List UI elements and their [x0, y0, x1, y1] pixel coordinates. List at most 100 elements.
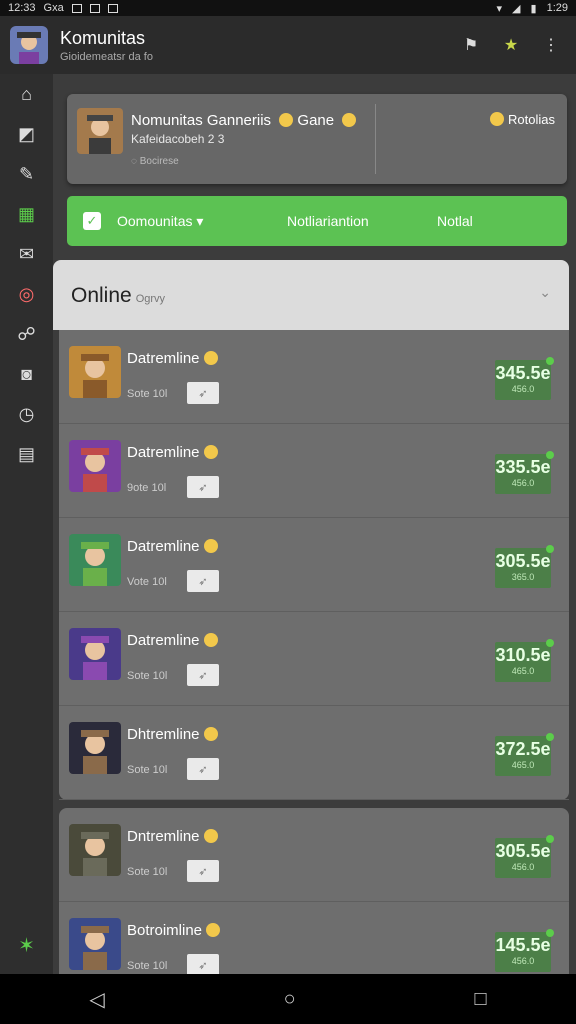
profile-right-label[interactable]: Rotolias	[486, 112, 555, 127]
action-button[interactable]: ➶	[187, 570, 219, 592]
score-value: 310.5e	[495, 645, 551, 665]
score-value: 345.5e	[495, 363, 551, 383]
clock-icon[interactable]: ◷	[0, 394, 53, 434]
list-item[interactable]: Datremline 9ote 10l ➶ 335.5e 456.0	[59, 424, 569, 518]
player-name-text: Datremline	[127, 444, 200, 461]
wifi-icon: ▾	[496, 2, 503, 15]
score-sub: 365.0	[511, 572, 535, 582]
profile-meta-text: Bocirese	[139, 156, 179, 167]
tab-label: Oomounitas	[117, 212, 193, 229]
player-sub: Sote 10l	[127, 960, 168, 972]
player-avatar	[69, 824, 121, 876]
smile-emoji-icon	[203, 829, 218, 843]
list-item[interactable]: Dhtremline Sote 10l ➶ 372.5e 465.0	[59, 706, 569, 800]
right-label-text: Rotolias	[508, 112, 555, 127]
online-section-header[interactable]: Online Ogrvy ⌄	[53, 260, 569, 330]
chart-icon[interactable]: ◩	[0, 114, 53, 154]
app-avatar[interactable]	[10, 26, 48, 64]
list-item[interactable]: Dntremline Sote 10l ➶ 305.5e 456.0	[59, 808, 569, 902]
score-badge: 372.5e 465.0	[495, 733, 554, 776]
target-icon[interactable]: ◎	[0, 274, 53, 314]
player-sub: Sote 10l	[127, 764, 168, 776]
recents-icon[interactable]: □	[474, 988, 486, 1011]
action-button[interactable]: ➶	[187, 758, 219, 780]
player-name-text: Botroimline	[127, 922, 203, 939]
smile-emoji-icon	[203, 351, 218, 365]
player-name: Datremline	[127, 350, 218, 367]
more-options-icon[interactable]: ⋮	[542, 36, 560, 54]
player-sub: Sote 10l	[127, 670, 168, 682]
online-dot-icon	[546, 929, 554, 937]
player-sub: Sote 10l	[127, 866, 168, 878]
player-avatar	[69, 440, 121, 492]
check-icon[interactable]: ✓	[83, 212, 101, 230]
pen-icon[interactable]: ✎	[0, 154, 53, 194]
home-circle-icon[interactable]: ○	[284, 988, 296, 1011]
profile-name: Nomunitas Ganneriis Gane	[131, 112, 357, 129]
score-badge: 345.5e 456.0	[495, 357, 554, 400]
status-carrier: Gxa	[43, 2, 64, 14]
player-avatar	[69, 628, 121, 680]
app-header: Komunitas Gioidemeatsr da fo ⚑ ★ ⋮	[0, 16, 576, 74]
player-name: Datremline	[127, 444, 218, 461]
action-button[interactable]: ➶	[187, 382, 219, 404]
list-item[interactable]: Datremline Vote 10l ➶ 305.5e 365.0	[59, 518, 569, 612]
action-button[interactable]: ➶	[187, 664, 219, 686]
action-button[interactable]: ➶	[187, 954, 219, 976]
player-avatar	[69, 918, 121, 970]
back-icon[interactable]: ◁	[89, 987, 104, 1012]
action-button[interactable]: ➶	[187, 860, 219, 882]
score-value: 335.5e	[495, 457, 551, 477]
tab-other[interactable]: Notlal	[437, 213, 473, 229]
score-badge: 310.5e 465.0	[495, 639, 554, 682]
layout-icon[interactable]: ▤	[0, 434, 53, 474]
score-badge: 305.5e 365.0	[495, 545, 554, 588]
profile-avatar	[77, 108, 123, 154]
favorite-icon[interactable]: ★	[502, 36, 520, 54]
online-dot-icon	[546, 451, 554, 459]
action-button[interactable]: ➶	[187, 476, 219, 498]
list-item[interactable]: Datremline Sote 10l ➶ 345.5e 456.0	[59, 330, 569, 424]
player-avatar	[69, 722, 121, 774]
online-title: Online Ogrvy	[71, 284, 165, 308]
online-label: Online	[71, 284, 132, 307]
score-badge: 145.5e 456.0	[495, 929, 554, 972]
system-nav-bar: ◁ ○ □	[0, 974, 576, 1024]
online-dot-icon	[546, 545, 554, 553]
status-time-left: 12:33	[8, 2, 36, 14]
score-value: 372.5e	[495, 739, 551, 759]
score-sub: 465.0	[511, 760, 535, 770]
player-name-text: Datremline	[127, 538, 200, 555]
flag-icon[interactable]: ⚑	[462, 36, 480, 54]
player-avatar	[69, 534, 121, 586]
smile-emoji-icon	[342, 113, 357, 127]
online-dot-icon	[546, 733, 554, 741]
home-icon[interactable]: ⌂	[0, 74, 53, 114]
smile-emoji-icon	[203, 727, 218, 741]
online-list-more: Dntremline Sote 10l ➶ 305.5e 456.0 Botro…	[59, 808, 569, 996]
users-icon[interactable]: ☍	[0, 314, 53, 354]
app-title: Komunitas	[60, 27, 146, 48]
mail-icon[interactable]: ✉	[0, 234, 53, 274]
app-subtitle: Gioidemeatsr da fo	[60, 50, 153, 63]
score-value: 305.5e	[495, 551, 551, 571]
notification-icon	[89, 3, 100, 13]
score-sub: 456.0	[511, 478, 535, 488]
card-divider	[375, 104, 376, 174]
tab-notifications[interactable]: Notliariantion	[287, 213, 369, 229]
camera-icon[interactable]: ◙	[0, 354, 53, 394]
list-item[interactable]: Datremline Sote 10l ➶ 310.5e 465.0	[59, 612, 569, 706]
star-icon[interactable]: ✶	[0, 933, 53, 958]
grid-icon[interactable]: ▦	[0, 194, 53, 234]
online-hint: Ogrvy	[135, 293, 166, 305]
player-name: Dhtremline	[127, 726, 218, 743]
profile-subtitle: Kafeidacobeh 2 3	[131, 132, 225, 146]
tab-communities[interactable]: Oomounitas ▾	[117, 213, 203, 230]
online-dot-icon	[546, 639, 554, 647]
profile-card[interactable]: Nomunitas Ganneriis Gane Kafeidacobeh 2 …	[67, 94, 567, 184]
chevron-down-icon[interactable]: ⌄	[539, 284, 551, 301]
player-name-text: Dhtremline	[127, 726, 200, 743]
player-sub: Vote 10l	[127, 576, 167, 588]
online-dot-icon	[546, 357, 554, 365]
player-name-text: Datremline	[127, 632, 200, 649]
